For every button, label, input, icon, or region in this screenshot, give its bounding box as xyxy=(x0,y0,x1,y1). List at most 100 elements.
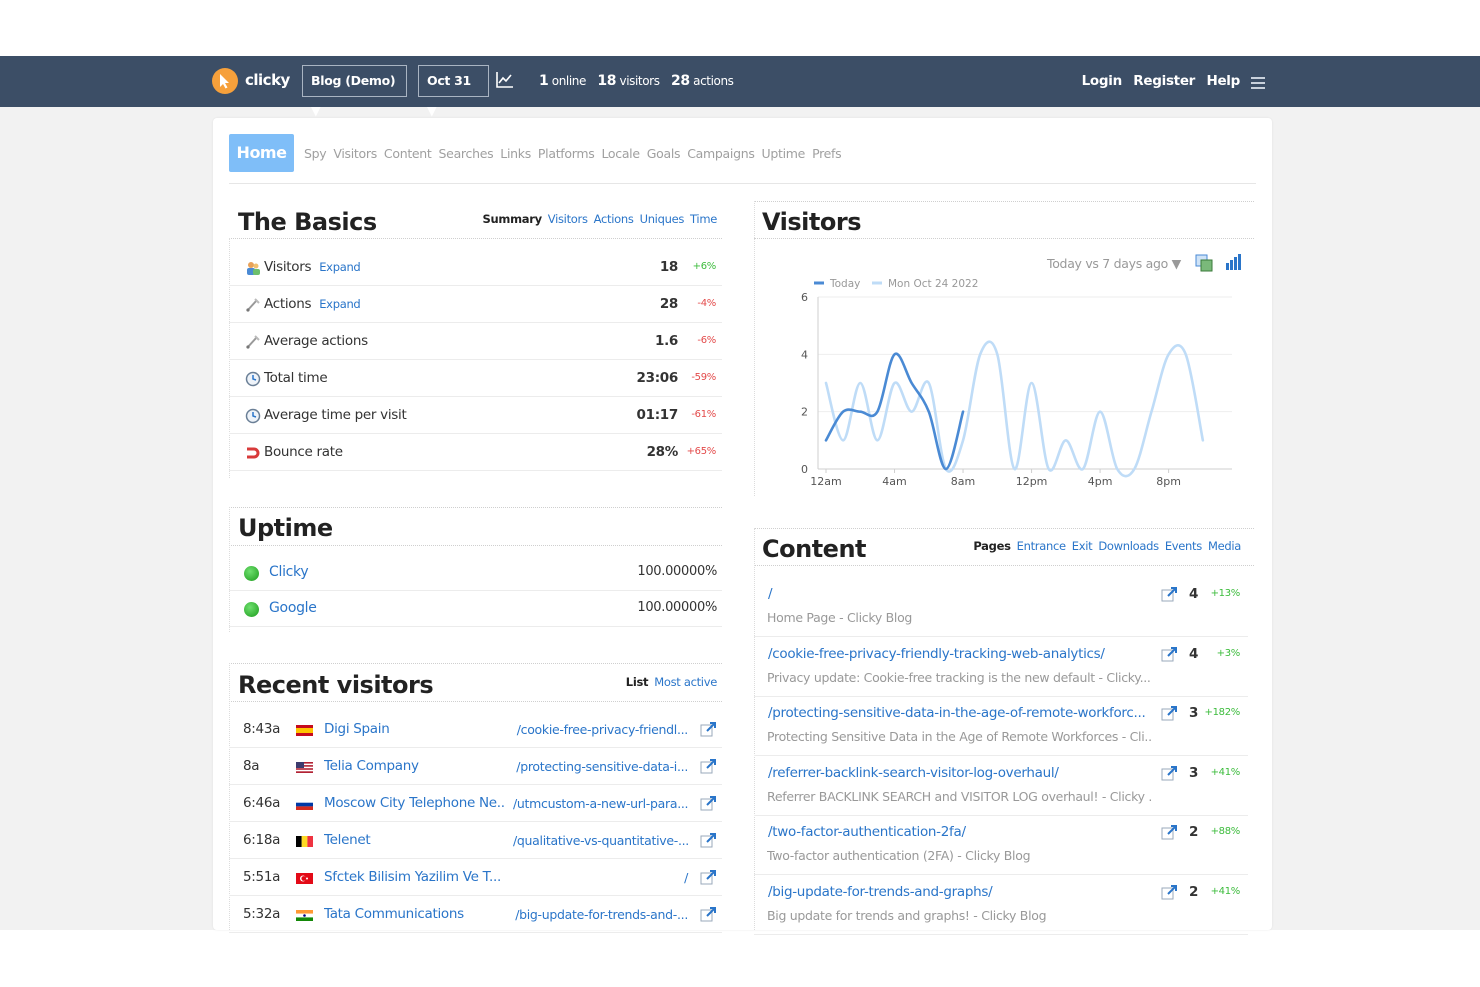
visitor-path-link[interactable]: /qualitative-vs-quantitative-... xyxy=(513,833,689,848)
visitor-row[interactable]: 6:18a Telenet/qualitative-vs-quantitative… xyxy=(229,822,722,859)
visitor-org-link[interactable]: Digi Spain xyxy=(324,721,504,737)
content-path-link[interactable]: /big-update-for-trends-and-graphs/ xyxy=(768,884,1148,900)
trend-chart-icon[interactable] xyxy=(496,71,514,93)
basics-row[interactable]: Visitors Expand 18 +6% xyxy=(229,249,722,286)
content-tab-media[interactable]: Media xyxy=(1208,539,1241,553)
nav-item-searches[interactable]: Searches xyxy=(439,146,494,161)
external-link-icon[interactable] xyxy=(700,833,717,852)
nav-item-spy[interactable]: Spy xyxy=(304,146,327,161)
register-link[interactable]: Register xyxy=(1133,73,1195,89)
content-row[interactable]: /big-update-for-trends-and-graphs/Big up… xyxy=(754,875,1248,935)
visitor-path-link[interactable]: /protecting-sensitive-data-i... xyxy=(513,759,688,774)
help-link[interactable]: Help xyxy=(1206,73,1240,89)
content-row[interactable]: /protecting-sensitive-data-in-the-age-of… xyxy=(754,696,1248,756)
external-link-icon[interactable] xyxy=(700,870,717,889)
brand-name[interactable]: clicky xyxy=(245,71,290,89)
visitor-org-link[interactable]: Telia Company xyxy=(324,758,504,774)
visitor-row[interactable]: 8:43a Digi Spain/cookie-free-privacy-frie… xyxy=(229,711,722,748)
visitor-row[interactable]: 5:32a Tata Communications/big-update-for-… xyxy=(229,896,722,933)
nav-item-content[interactable]: Content xyxy=(384,146,432,161)
visitor-row[interactable]: 6:46a Moscow City Telephone Ne... /utmcust… xyxy=(229,785,722,822)
basics-tab-actions[interactable]: Actions xyxy=(594,212,634,226)
site-select[interactable]: Blog (Demo) ▼ xyxy=(302,65,407,118)
content-title: Content xyxy=(762,535,867,563)
flag-us-icon xyxy=(296,761,313,773)
content-row[interactable]: / Home Page - Clicky Blog 4 +13% xyxy=(754,577,1248,637)
external-link-icon[interactable] xyxy=(1161,587,1178,606)
external-link-icon[interactable] xyxy=(700,722,717,741)
content-tab-pages[interactable]: Pages xyxy=(973,539,1011,553)
nav-item-goals[interactable]: Goals xyxy=(647,146,681,161)
live-stats[interactable]: 1 online 18 visitors 28 actions xyxy=(539,73,734,89)
basics-row-label-text: Average actions xyxy=(264,333,368,349)
content-tab-entrance[interactable]: Entrance xyxy=(1017,539,1066,553)
nav-item-links[interactable]: Links xyxy=(500,146,531,161)
nav-item-uptime[interactable]: Uptime xyxy=(762,146,806,161)
nav-item-campaigns[interactable]: Campaigns xyxy=(687,146,755,161)
content-tab-events[interactable]: Events xyxy=(1165,539,1202,553)
visit-time: 8:43a xyxy=(243,721,281,737)
visitor-path-link[interactable]: /cookie-free-privacy-friendl... xyxy=(513,722,689,737)
basics-row[interactable]: Average actions 1.6 -6% xyxy=(229,323,722,360)
basics-tab-time[interactable]: Time xyxy=(690,212,717,226)
basics-tab-uniques[interactable]: Uniques xyxy=(640,212,685,226)
date-select[interactable]: Oct 31 ▼ xyxy=(418,65,489,118)
content-tab-downloads[interactable]: Downloads xyxy=(1098,539,1159,553)
content-row[interactable]: /referrer-backlink-search-visitor-log-ov… xyxy=(754,756,1248,816)
content-tab-exit[interactable]: Exit xyxy=(1072,539,1093,553)
uptime-percent: 100.00000% xyxy=(637,600,717,615)
visitors-label: visitors xyxy=(619,74,660,88)
basics-row-label-text: Actions xyxy=(264,296,312,312)
nav-home[interactable]: Home xyxy=(229,134,294,172)
content-row[interactable]: /cookie-free-privacy-friendly-tracking-w… xyxy=(754,637,1248,697)
external-link-icon[interactable] xyxy=(1161,825,1178,844)
visitor-path-link[interactable]: /utmcustom-a-new-url-para... xyxy=(513,796,689,811)
external-link-icon[interactable] xyxy=(700,759,717,778)
content-count: 3 xyxy=(1189,705,1199,721)
basics-row[interactable]: Average time per visit 01:17 -61% xyxy=(229,397,722,434)
content-row[interactable]: /two-factor-authentication-2fa/Two-facto… xyxy=(754,815,1248,875)
basics-row[interactable]: Total time 23:06 -59% xyxy=(229,360,722,397)
visitor-org-link[interactable]: Telenet xyxy=(324,832,504,848)
hamburger-menu-icon[interactable] xyxy=(1251,74,1265,93)
content-path-link[interactable]: /referrer-backlink-search-visitor-log-ov… xyxy=(768,765,1148,781)
external-link-icon[interactable] xyxy=(1161,765,1178,785)
external-link-icon[interactable] xyxy=(1161,646,1178,666)
content-path-link[interactable]: /two-factor-authentication-2fa/ xyxy=(768,824,1148,840)
basics-row[interactable]: Actions Expand 28 -4% xyxy=(229,286,722,323)
basics-row[interactable]: Bounce rate 28% +65% xyxy=(229,434,722,471)
content-path-link[interactable]: /protecting-sensitive-data-in-the-age-of… xyxy=(768,705,1148,721)
visitor-org-link[interactable]: Sfctek Bilisim Yazilim Ve T... xyxy=(324,869,504,885)
visitor-path-link[interactable]: /big-update-for-trends-and-... xyxy=(513,907,688,922)
recent-tab-list[interactable]: List xyxy=(626,675,649,689)
uptime-site-link[interactable]: Google xyxy=(269,600,317,616)
y-tick-label: 4 xyxy=(801,348,808,361)
external-link-icon[interactable] xyxy=(700,796,717,815)
clicky-logo-icon[interactable] xyxy=(212,68,238,94)
uptime-site-link[interactable]: Clicky xyxy=(269,564,309,580)
nav-item-visitors[interactable]: Visitors xyxy=(333,146,377,161)
visit-time: 8a xyxy=(243,758,260,774)
visitors-top-divider xyxy=(754,201,1254,202)
nav-item-locale[interactable]: Locale xyxy=(601,146,640,161)
content-path-link[interactable]: / xyxy=(768,586,1148,602)
external-link-icon[interactable] xyxy=(700,907,717,926)
visitor-row[interactable]: 8a Telia Company/protecting-sensitive-dat… xyxy=(229,748,722,785)
login-link[interactable]: Login xyxy=(1082,73,1123,89)
content-path-link[interactable]: /cookie-free-privacy-friendly-tracking-w… xyxy=(768,646,1148,662)
expand-link[interactable]: Expand xyxy=(319,260,361,274)
nav-item-platforms[interactable]: Platforms xyxy=(538,146,595,161)
basics-tab-summary[interactable]: Summary xyxy=(483,212,543,226)
visitor-org-link[interactable]: Moscow City Telephone Ne... xyxy=(324,795,504,811)
uptime-row: Google 100.00000% xyxy=(229,591,722,627)
external-link-icon[interactable] xyxy=(1161,706,1178,725)
external-link-icon[interactable] xyxy=(1161,884,1178,904)
visitors-line-chart: 0 2 4 6 12am 4am 8am 12pm 4pm 8pm Today Mon Oct 24 … xyxy=(801,278,1232,488)
visitor-org-link[interactable]: Tata Communications xyxy=(324,906,504,922)
nav-item-prefs[interactable]: Prefs xyxy=(812,146,842,161)
basics-tab-visitors[interactable]: Visitors xyxy=(548,212,588,226)
expand-link[interactable]: Expand xyxy=(319,297,361,311)
visitor-path-link[interactable]: / xyxy=(513,870,688,885)
recent-tab-most-active[interactable]: Most active xyxy=(654,675,717,689)
visitor-row[interactable]: 5:51a Sfctek Bilisim Yazilim Ve T... / xyxy=(229,859,722,896)
